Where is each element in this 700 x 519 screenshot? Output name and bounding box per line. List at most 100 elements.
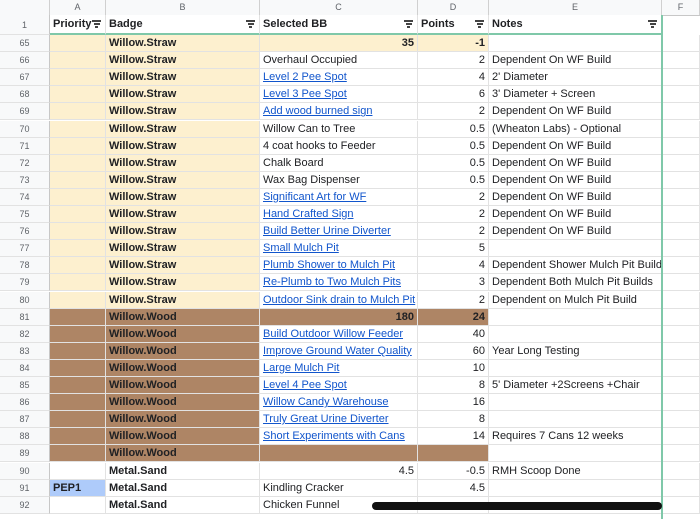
points-cell[interactable]: 4 [418,257,489,275]
points-cell[interactable]: 14 [418,428,489,446]
badge-cell[interactable]: Willow.Wood [106,359,260,377]
priority-cell[interactable] [50,86,106,104]
item-link[interactable]: Willow Candy Warehouse [260,394,418,412]
points-cell[interactable]: 0.5 [418,171,489,189]
points-cell[interactable]: 2 [418,52,489,70]
badge-cell[interactable]: Willow.Straw [106,291,260,309]
row-number[interactable]: 88 [0,428,50,446]
points-cell[interactable]: 4 [418,69,489,87]
priority-cell[interactable] [50,445,106,463]
spreadsheet-grid[interactable]: A B C D E F 1 Priority Badge Selected BB Points Not… [0,0,700,519]
priority-cell[interactable] [50,103,106,121]
notes-cell[interactable] [489,479,662,497]
priority-cell[interactable] [50,137,106,155]
priority-cell[interactable] [50,154,106,172]
priority-cell[interactable] [50,411,106,429]
row-number[interactable]: 67 [0,69,50,87]
points-cell[interactable]: 24 [418,308,489,326]
empty-cell[interactable] [662,291,700,309]
row-number[interactable]: 91 [0,479,50,497]
points-cell[interactable]: 40 [418,325,489,343]
priority-cell[interactable] [50,240,106,258]
item-link[interactable]: Add wood burned sign [260,103,418,121]
total-cell[interactable]: 4.5 [260,462,418,480]
priority-cell[interactable] [50,291,106,309]
empty-cell[interactable] [662,154,700,172]
empty-cell[interactable] [662,257,700,275]
badge-cell[interactable]: Willow.Straw [106,154,260,172]
badge-cell[interactable]: Willow.Wood [106,308,260,326]
empty-cell[interactable] [662,496,700,514]
notes-cell[interactable]: Dependent On WF Build [489,188,662,206]
badge-cell[interactable]: Willow.Wood [106,411,260,429]
empty-cell[interactable] [662,377,700,395]
notes-cell[interactable]: 3' Diameter + Screen [489,86,662,104]
corner-select-all[interactable] [0,0,50,15]
notes-cell[interactable]: Dependent On WF Build [489,137,662,155]
row-number[interactable]: 65 [0,35,50,53]
badge-cell[interactable]: Willow.Straw [106,240,260,258]
horizontal-scrollbar[interactable] [372,502,662,510]
badge-cell[interactable]: Willow.Wood [106,377,260,395]
column-letter-d[interactable]: D [418,0,489,15]
points-cell[interactable]: 16 [418,394,489,412]
priority-cell[interactable] [50,359,106,377]
points-cell[interactable]: 2 [418,188,489,206]
row-number[interactable]: 83 [0,342,50,360]
row-number[interactable]: 79 [0,274,50,292]
row-number[interactable]: 92 [0,496,50,514]
priority-cell[interactable]: PEP1 [50,479,106,497]
empty-cell[interactable] [662,120,700,138]
points-cell[interactable]: 0.5 [418,154,489,172]
item-link[interactable]: Improve Ground Water Quality [260,342,418,360]
item-link[interactable]: Hand Crafted Sign [260,206,418,224]
badge-cell[interactable]: Willow.Straw [106,223,260,241]
priority-cell[interactable] [50,223,106,241]
empty-cell[interactable] [662,308,700,326]
empty-cell[interactable] [662,188,700,206]
empty-cell[interactable] [662,325,700,343]
row-number[interactable]: 87 [0,411,50,429]
header-selected[interactable]: Selected BB [260,15,418,35]
header-points[interactable]: Points [418,15,489,35]
priority-cell[interactable] [50,257,106,275]
notes-cell[interactable] [489,308,662,326]
notes-cell[interactable] [489,359,662,377]
column-letter-c[interactable]: C [260,0,418,15]
badge-cell[interactable]: Willow.Straw [106,188,260,206]
empty-cell[interactable] [662,274,700,292]
notes-cell[interactable] [489,35,662,53]
row-number[interactable]: 75 [0,206,50,224]
empty-cell[interactable] [662,462,700,480]
points-cell[interactable]: -0.5 [418,462,489,480]
empty-cell[interactable] [662,342,700,360]
badge-cell[interactable]: Metal.Sand [106,462,260,480]
badge-cell[interactable]: Willow.Straw [106,52,260,70]
notes-cell[interactable]: Dependent On WF Build [489,52,662,70]
empty-cell[interactable] [662,479,700,497]
badge-cell[interactable]: Willow.Straw [106,69,260,87]
total-cell[interactable]: 180 [260,308,418,326]
badge-cell[interactable]: Willow.Straw [106,206,260,224]
row-number[interactable]: 82 [0,325,50,343]
points-cell[interactable]: 8 [418,411,489,429]
empty-cell[interactable] [662,86,700,104]
row-number[interactable]: 71 [0,137,50,155]
priority-cell[interactable] [50,120,106,138]
item-cell[interactable]: Kindling Cracker [260,479,418,497]
notes-cell[interactable] [489,411,662,429]
item-link[interactable]: Level 2 Pee Spot [260,69,418,87]
row-number[interactable]: 70 [0,120,50,138]
priority-cell[interactable] [50,69,106,87]
empty-cell[interactable] [662,137,700,155]
item-cell[interactable] [260,445,418,463]
notes-cell[interactable]: Dependent On WF Build [489,206,662,224]
column-letter-f[interactable]: F [662,0,700,15]
row-number[interactable]: 68 [0,86,50,104]
badge-cell[interactable]: Willow.Straw [106,137,260,155]
points-cell[interactable] [418,445,489,463]
filter-icon[interactable] [648,20,657,28]
row-number[interactable]: 78 [0,257,50,275]
notes-cell[interactable]: Dependent On WF Build [489,171,662,189]
empty-cell[interactable] [662,69,700,87]
